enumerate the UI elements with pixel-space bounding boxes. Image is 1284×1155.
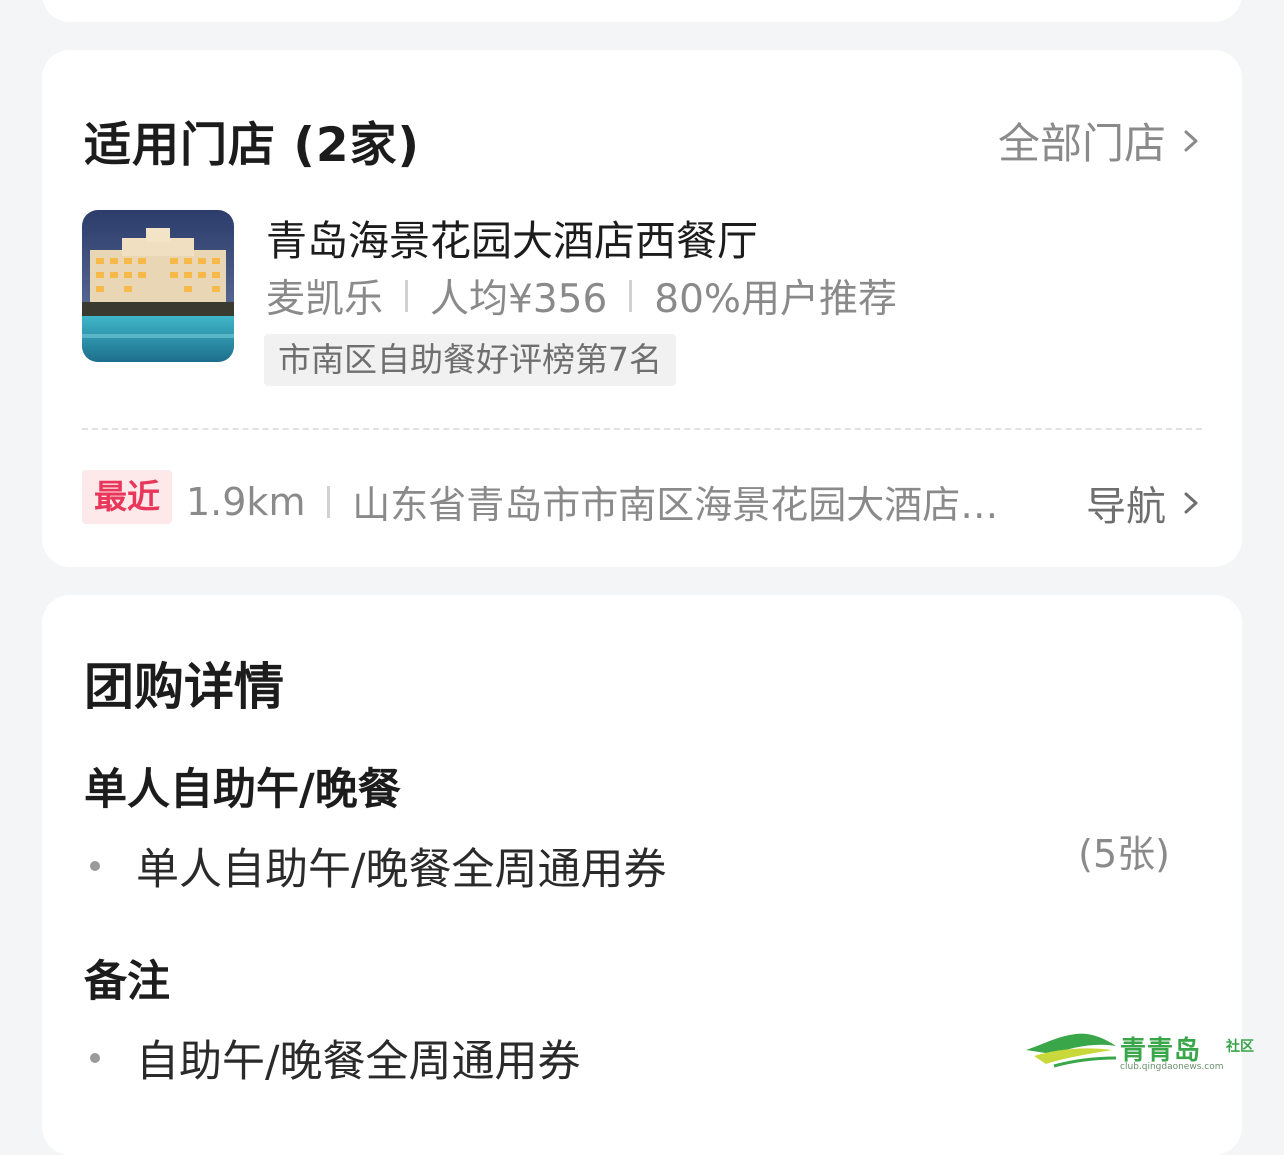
- navigate-label: 导航: [1086, 484, 1166, 530]
- dashed-divider: [82, 428, 1202, 430]
- hotel-image: [82, 210, 234, 362]
- divider: [629, 280, 633, 312]
- store-recommend-rate: 80%用户推荐: [654, 277, 897, 322]
- notes-item: 自助午/晚餐全周通用券: [90, 1027, 581, 1089]
- divider: [405, 280, 409, 312]
- all-stores-label: 全部门店: [997, 119, 1166, 168]
- chevron-right-icon: [1184, 492, 1198, 514]
- address-line[interactable]: 1.9km 山东省青岛市市南区海景花园大酒店西餐厅: [186, 474, 1016, 529]
- all-stores-link[interactable]: 全部门店: [998, 110, 1202, 171]
- notes-title: 备注: [84, 957, 170, 1007]
- rank-badge[interactable]: 市南区自助餐好评榜第7名: [264, 334, 676, 386]
- package-item-quantity: (5张): [1078, 832, 1170, 876]
- bullet-icon: [90, 861, 100, 871]
- chevron-right-icon: [1184, 130, 1198, 151]
- divider: [327, 485, 331, 518]
- details-title: 团购详情: [84, 658, 284, 716]
- previous-card: [42, 0, 1242, 22]
- store-meta: 麦凯乐 人均¥356 80%用户推荐: [266, 268, 897, 324]
- bullet-icon: [90, 1053, 100, 1063]
- package-title: 单人自助午/晚餐: [84, 765, 401, 815]
- store-name[interactable]: 青岛海景花园大酒店西餐厅: [266, 207, 758, 267]
- package-item-label: 单人自助午/晚餐全周通用券: [136, 845, 667, 895]
- watermark-url: club.qingdaonews.com: [1120, 1062, 1224, 1072]
- nearest-badge: 最近: [82, 470, 172, 524]
- store-avg-price: 人均¥356: [430, 277, 608, 322]
- watermark-logo: 青青岛 社区 club.qingdaonews.com: [1024, 1028, 1264, 1076]
- package-item: 单人自助午/晚餐全周通用券: [90, 835, 667, 897]
- watermark-suffix: 社区: [1226, 1039, 1254, 1055]
- notes-item-label: 自助午/晚餐全周通用券: [136, 1037, 581, 1087]
- store-distance: 1.9km: [186, 479, 306, 524]
- applicable-stores-card: 适用门店 (2家) 全部门店 青岛海景花园大酒店西餐厅 麦凯乐 人均¥356 8…: [42, 50, 1242, 567]
- section-title: 适用门店 (2家): [84, 118, 421, 173]
- navigate-link[interactable]: 导航: [1086, 474, 1202, 532]
- store-address: 山东省青岛市市南区海景花园大酒店西餐厅: [352, 483, 1016, 527]
- store-photo[interactable]: [82, 210, 234, 362]
- store-cuisine: 麦凯乐: [266, 277, 384, 322]
